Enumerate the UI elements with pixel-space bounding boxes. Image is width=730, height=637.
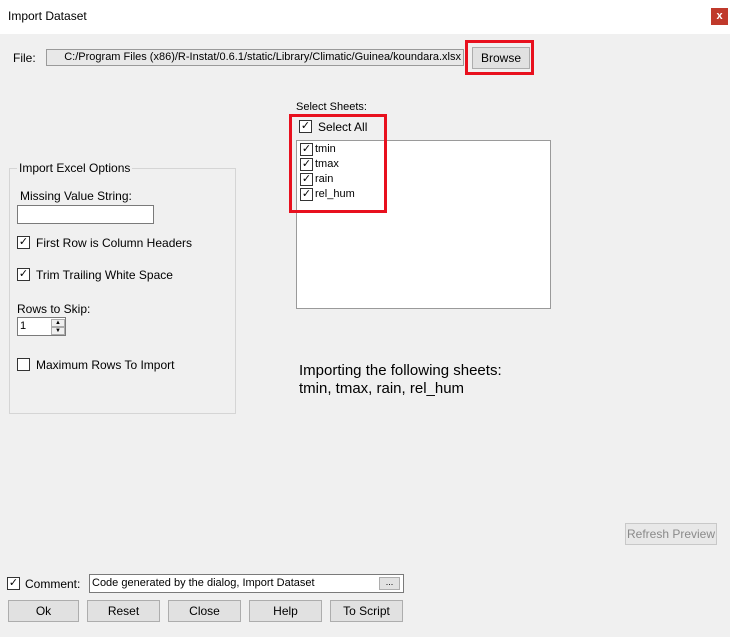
first-row-headers-checkbox[interactable]: ✓ (17, 236, 30, 249)
import-dataset-dialog: Import Dataset x File: C:/Program Files … (0, 0, 730, 637)
sheet-checkbox-tmin[interactable]: ✓ (300, 143, 313, 156)
file-path-field[interactable]: C:/Program Files (x86)/R-Instat/0.6.1/st… (46, 49, 464, 66)
sheet-label-rain: rain (315, 173, 334, 185)
missing-value-input[interactable] (17, 205, 154, 224)
browse-button[interactable]: Browse (472, 47, 530, 69)
trim-whitespace-label: Trim Trailing White Space (36, 268, 173, 282)
trim-whitespace-checkbox[interactable]: ✓ (17, 268, 30, 281)
close-button[interactable]: Close (168, 600, 241, 622)
max-rows-label: Maximum Rows To Import (36, 358, 175, 372)
reset-button[interactable]: Reset (87, 600, 160, 622)
max-rows-checkbox[interactable] (17, 358, 30, 371)
sheet-checkbox-tmax[interactable]: ✓ (300, 158, 313, 171)
select-sheets-label: Select Sheets: (296, 101, 367, 113)
missing-value-label: Missing Value String: (20, 189, 132, 203)
first-row-headers-label: First Row is Column Headers (36, 236, 193, 250)
close-window-button[interactable]: x (711, 8, 728, 25)
window-title: Import Dataset (8, 9, 87, 23)
ok-button[interactable]: Ok (8, 600, 79, 622)
sheet-label-rel-hum: rel_hum (315, 188, 355, 200)
comment-input[interactable]: Code generated by the dialog, Import Dat… (89, 574, 404, 593)
import-excel-options-title: Import Excel Options (17, 161, 133, 175)
spin-down-arrow-icon[interactable]: ▼ (51, 327, 65, 335)
select-all-checkbox[interactable]: ✓ (299, 120, 312, 133)
file-label: File: (13, 51, 36, 65)
import-summary: Importing the following sheets: tmin, tm… (299, 362, 502, 398)
refresh-preview-button[interactable]: Refresh Preview (625, 523, 717, 545)
sheet-label-tmin: tmin (315, 143, 336, 155)
comment-checkbox[interactable]: ✓ (7, 577, 20, 590)
sheet-label-tmax: tmax (315, 158, 339, 170)
rows-to-skip-label: Rows to Skip: (17, 302, 91, 316)
sheet-checkbox-rel-hum[interactable]: ✓ (300, 188, 313, 201)
import-summary-line1: Importing the following sheets: (299, 362, 502, 379)
import-summary-line2: tmin, tmax, rain, rel_hum (299, 380, 465, 397)
help-button[interactable]: Help (249, 600, 322, 622)
spin-up-arrow-icon[interactable]: ▲ (51, 319, 65, 327)
sheet-checkbox-rain[interactable]: ✓ (300, 173, 313, 186)
title-bar: Import Dataset x (0, 0, 730, 34)
select-all-label: Select All (318, 120, 368, 134)
comment-ellipsis-button[interactable]: ... (379, 577, 400, 590)
to-script-button[interactable]: To Script (330, 600, 403, 622)
comment-label: Comment: (25, 577, 81, 591)
